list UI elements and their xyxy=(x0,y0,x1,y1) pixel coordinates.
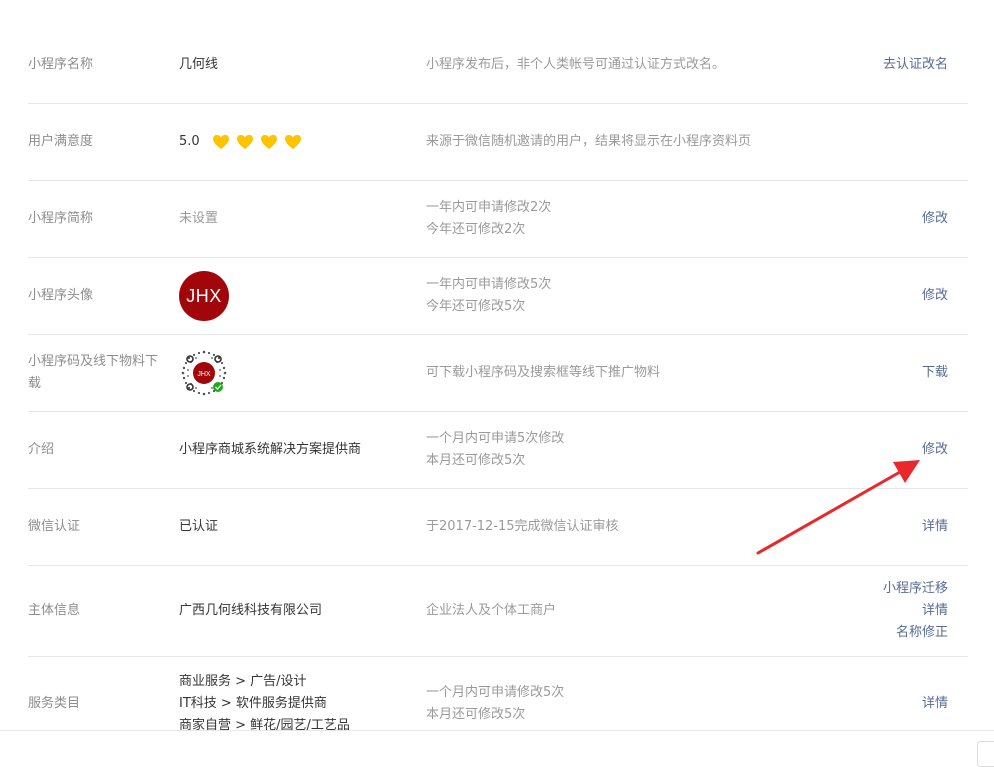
row-label: 小程序码及线下物料下载 xyxy=(28,354,159,391)
row-value: 未设置 xyxy=(179,211,219,226)
row-desc: 来源于微信随机邀请的用户，结果将显示在小程序资料页 xyxy=(426,134,752,149)
row-value: 广西几何线科技有限公司 xyxy=(179,603,323,618)
settings-table: 小程序名称 几何线 小程序发布后，非个人类帐号可通过认证方式改名。 去认证改名 … xyxy=(28,27,968,730)
row-label: 用户满意度 xyxy=(28,134,94,149)
row-actions: 修改 xyxy=(808,258,948,334)
edit-short-name-link[interactable]: 修改 xyxy=(922,208,948,230)
verification-details-link[interactable]: 详情 xyxy=(922,516,948,538)
avatar: JHX xyxy=(179,271,229,321)
row-wechat-verification: 微信认证 已认证 于2017-12-15完成微信认证审核 详情 xyxy=(28,489,968,566)
row-actions: 下载 xyxy=(808,335,948,411)
entity-details-link[interactable]: 详情 xyxy=(922,600,948,622)
category-item: 商业服务 > 广告/设计 xyxy=(179,674,307,689)
heart-icon xyxy=(236,134,253,150)
download-link[interactable]: 下载 xyxy=(922,362,948,384)
row-label: 小程序简称 xyxy=(28,211,94,226)
row-value: 几何线 xyxy=(179,57,219,72)
row-entity-info: 主体信息 广西几何线科技有限公司 企业法人及个体工商户 小程序迁移 详情 名称修… xyxy=(28,566,968,657)
row-actions: 修改 xyxy=(808,412,948,488)
row-desc: 企业法人及个体工商户 xyxy=(426,603,557,618)
category-item: IT科技 > 软件服务提供商 xyxy=(179,696,327,711)
row-user-satisfaction: 用户满意度 5.0 来源于微信随机邀请的用户，结果将显示在小程序资料页 xyxy=(28,104,968,181)
satisfaction-rating: 5.0 xyxy=(179,104,419,180)
row-desc: 一年内可申请修改5次 今年还可修改5次 xyxy=(426,277,552,314)
row-value: 已认证 xyxy=(179,519,219,534)
row-actions: 小程序迁移 详情 名称修正 xyxy=(808,566,948,656)
verify-rename-link[interactable]: 去认证改名 xyxy=(883,54,948,76)
heart-icon xyxy=(284,134,301,150)
row-label: 小程序头像 xyxy=(28,288,94,303)
row-label: 小程序名称 xyxy=(28,57,94,72)
category-list: 商业服务 > 广告/设计 IT科技 > 软件服务提供商 商家自营 > 鲜花/园艺… xyxy=(179,657,419,730)
row-label: 主体信息 xyxy=(28,603,81,618)
heart-icon xyxy=(260,134,277,150)
row-avatar: 小程序头像 JHX 一年内可申请修改5次 今年还可修改5次 修改 xyxy=(28,258,968,335)
row-intro: 介绍 小程序商城系统解决方案提供商 一个月内可申请5次修改 本月还可修改5次 修改 xyxy=(28,412,968,489)
row-desc: 可下载小程序码及搜索框等线下推广物料 xyxy=(426,365,661,380)
row-actions: 详情 xyxy=(808,657,948,730)
row-actions: 去认证改名 xyxy=(808,27,948,103)
edit-avatar-link[interactable]: 修改 xyxy=(922,285,948,307)
row-label: 微信认证 xyxy=(28,519,81,534)
svg-text:JHX: JHX xyxy=(197,371,211,378)
name-correction-link[interactable]: 名称修正 xyxy=(896,622,948,644)
category-details-link[interactable]: 详情 xyxy=(922,693,948,715)
heart-icon xyxy=(212,134,229,150)
row-qrcode: 小程序码及线下物料下载 JHX 可下载小程序码及搜索框等线下推广物料 下载 xyxy=(28,335,968,412)
row-desc: 一个月内可申请修改5次 本月还可修改5次 xyxy=(426,685,565,722)
row-value: 小程序商城系统解决方案提供商 xyxy=(179,442,362,457)
row-desc: 一年内可申请修改2次 今年还可修改2次 xyxy=(426,200,552,237)
row-short-name: 小程序简称 未设置 一年内可申请修改2次 今年还可修改2次 修改 xyxy=(28,181,968,258)
row-desc: 于2017-12-15完成微信认证审核 xyxy=(426,519,619,534)
miniprogram-code-image: JHX xyxy=(181,350,227,396)
category-item: 商家自营 > 鲜花/园艺/工艺品 xyxy=(179,718,350,730)
miniprogram-migrate-link[interactable]: 小程序迁移 xyxy=(883,578,948,600)
bottom-bar xyxy=(0,730,994,766)
row-service-categories: 服务类目 商业服务 > 广告/设计 IT科技 > 软件服务提供商 商家自营 > … xyxy=(28,657,968,730)
row-actions: 详情 xyxy=(808,489,948,565)
row-desc: 一个月内可申请5次修改 本月还可修改5次 xyxy=(426,431,565,468)
row-label: 介绍 xyxy=(28,442,55,457)
row-actions: 修改 xyxy=(808,181,948,257)
row-label: 服务类目 xyxy=(28,696,81,711)
side-tab-button[interactable] xyxy=(977,741,994,767)
satisfaction-score: 5.0 xyxy=(179,134,200,149)
edit-intro-link[interactable]: 修改 xyxy=(922,439,948,461)
row-desc: 小程序发布后，非个人类帐号可通过认证方式改名。 xyxy=(426,57,726,72)
row-miniprogram-name: 小程序名称 几何线 小程序发布后，非个人类帐号可通过认证方式改名。 去认证改名 xyxy=(28,27,968,104)
